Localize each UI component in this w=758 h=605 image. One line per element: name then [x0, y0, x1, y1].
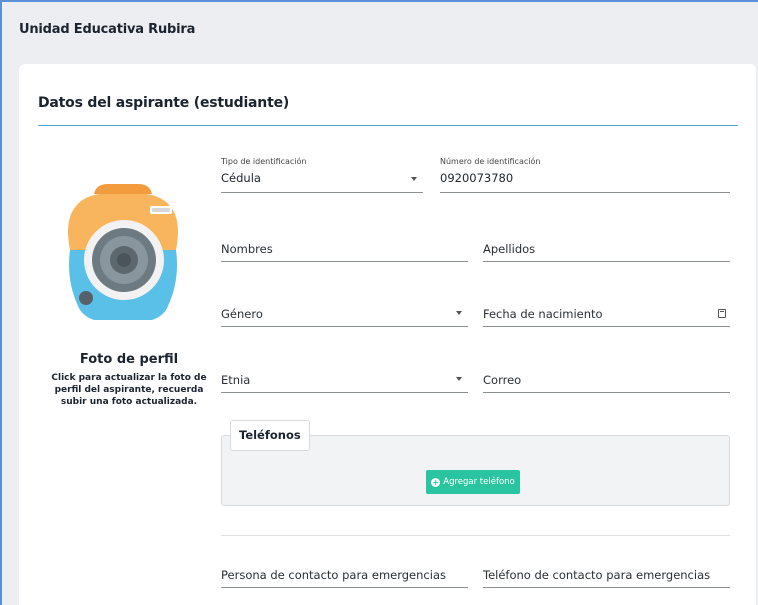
emergency-phone-label: Teléfono de contacto para emergencias [483, 568, 711, 582]
add-phone-button[interactable]: + Agregar teléfono [426, 470, 520, 494]
applicant-card: Datos del aspirante (estudiante) Foto de… [19, 64, 756, 605]
ethnicity-label: Etnia [221, 373, 251, 387]
section-title: Datos del aspirante (estudiante) [38, 95, 290, 111]
app-title: Unidad Educativa Rubira [19, 22, 196, 37]
add-phone-label: Agregar teléfono [443, 477, 515, 487]
id-type-label: Tipo de identificación [221, 157, 307, 166]
last-names-label: Apellidos [483, 242, 536, 256]
last-names-field[interactable]: Apellidos [483, 226, 730, 262]
gender-label: Género [221, 307, 263, 321]
plus-circle-icon: + [431, 477, 441, 487]
first-names-field[interactable]: Nombres [221, 226, 468, 262]
emergency-contact-field[interactable]: Persona de contacto para emergencias [221, 552, 468, 588]
id-type-value: Cédula [221, 171, 261, 185]
id-number-label: Número de identificación [440, 157, 541, 166]
section-separator [221, 535, 730, 536]
emergency-phone-field[interactable]: Teléfono de contacto para emergencias [483, 552, 730, 588]
chevron-down-icon [456, 377, 462, 381]
id-type-select[interactable]: Tipo de identificación Cédula [221, 157, 423, 193]
camera-icon [68, 184, 178, 320]
photo-title: Foto de perfil [79, 352, 179, 367]
ethnicity-select[interactable]: Etnia [221, 357, 468, 393]
calendar-icon[interactable] [718, 309, 726, 318]
phones-legend: Teléfonos [230, 420, 310, 451]
chevron-down-icon [411, 177, 417, 181]
first-names-label: Nombres [221, 242, 273, 256]
top-bar: Unidad Educativa Rubira [2, 2, 758, 60]
profile-photo-upload[interactable]: Foto de perfil Click para actualizar la … [49, 174, 209, 424]
photo-hint: Click para actualizar la foto de perfil … [51, 373, 207, 407]
id-number-value: 0920073780 [440, 171, 514, 185]
email-field[interactable]: Correo [483, 357, 730, 393]
id-number-field[interactable]: Número de identificación 0920073780 [440, 157, 730, 193]
birth-date-label: Fecha de nacimiento [483, 307, 603, 321]
chevron-down-icon [456, 311, 462, 315]
email-label: Correo [483, 373, 522, 387]
birth-date-field[interactable]: Fecha de nacimiento [483, 291, 730, 327]
gender-select[interactable]: Género [221, 291, 468, 327]
section-divider [38, 125, 738, 126]
emergency-contact-label: Persona de contacto para emergencias [221, 568, 446, 582]
